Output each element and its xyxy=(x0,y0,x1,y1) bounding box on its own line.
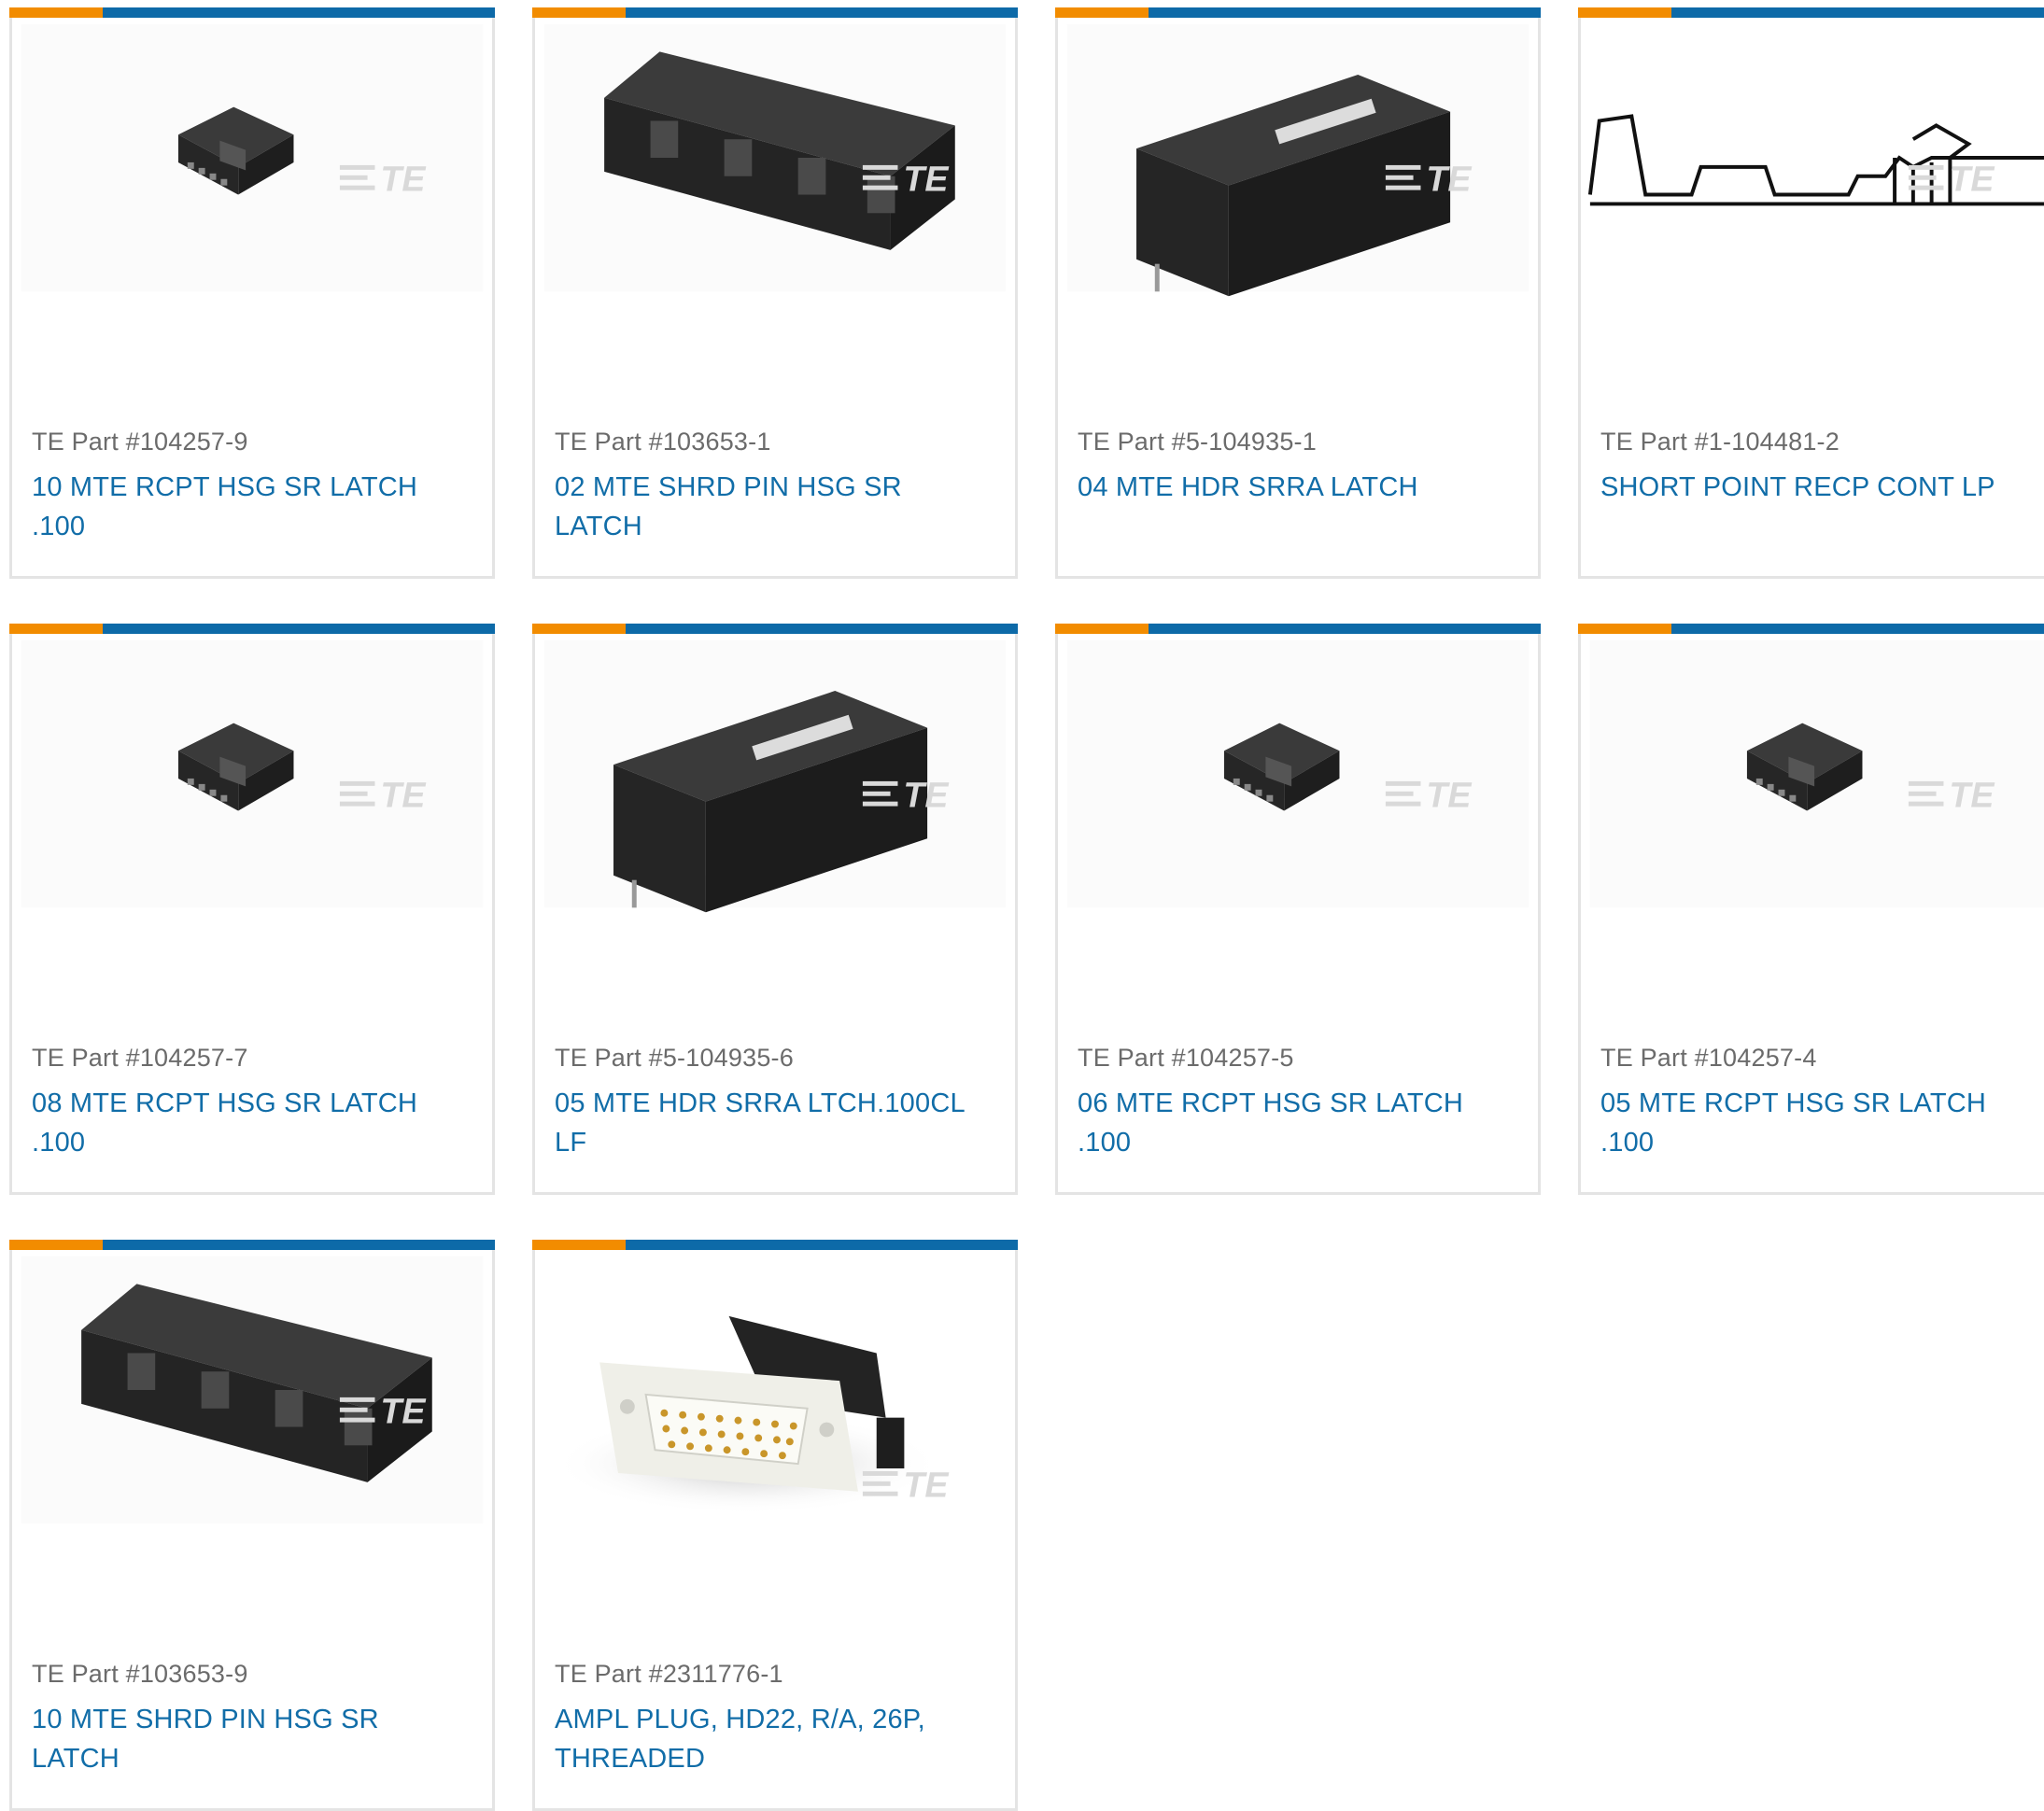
part-number: TE Part #5-104935-1 xyxy=(1078,428,1317,456)
part-number: TE Part #104257-4 xyxy=(1600,1044,1817,1072)
product-image[interactable]: TE xyxy=(1581,634,2044,914)
product-description-link[interactable]: 04 MTE HDR SRRA LATCH xyxy=(1078,468,1516,507)
svg-text:TE: TE xyxy=(903,1466,949,1505)
card-accent-bar xyxy=(532,624,1018,634)
card-accent-bar xyxy=(9,624,495,634)
product-image[interactable]: TE xyxy=(535,18,1015,298)
card-accent-bar xyxy=(1578,624,2044,634)
card-accent-bar xyxy=(9,7,495,18)
card-accent-bar xyxy=(532,1240,1018,1250)
product-image[interactable]: TE xyxy=(12,1250,492,1530)
product-image[interactable]: TE xyxy=(1058,18,1538,298)
product-description-link[interactable]: SHORT POINT RECP CONT LP xyxy=(1600,468,2039,507)
svg-text:TE: TE xyxy=(380,1392,426,1431)
product-description-link[interactable]: 05 MTE RCPT HSG SR LATCH .100 xyxy=(1600,1084,2039,1162)
product-description-link[interactable]: 10 MTE SHRD PIN HSG SR LATCH xyxy=(32,1700,471,1778)
part-number: TE Part #104257-5 xyxy=(1078,1044,1294,1072)
card-accent-bar xyxy=(9,1240,495,1250)
product-card[interactable]: TE TE Part #104257-4 05 MTE RCPT HSG SR … xyxy=(1578,624,2044,1195)
product-image[interactable]: TE xyxy=(12,18,492,298)
svg-text:TE: TE xyxy=(903,160,949,199)
product-card[interactable]: TE TE Part #104257-7 08 MTE RCPT HSG SR … xyxy=(9,624,495,1195)
product-card[interactable]: TE TE Part #104257-9 10 MTE RCPT HSG SR … xyxy=(9,7,495,579)
product-card[interactable]: TE TE Part #103653-1 02 MTE SHRD PIN HSG… xyxy=(532,7,1018,579)
product-card[interactable]: TE TE Part #1-104481-2 SHORT POINT RECP … xyxy=(1578,7,2044,579)
part-number: TE Part #1-104481-2 xyxy=(1600,428,1840,456)
part-number: TE Part #5-104935-6 xyxy=(555,1044,794,1072)
product-description-link[interactable]: 06 MTE RCPT HSG SR LATCH .100 xyxy=(1078,1084,1516,1162)
product-grid: TE TE Part #104257-9 10 MTE RCPT HSG SR … xyxy=(0,0,2044,1811)
part-number: TE Part #103653-1 xyxy=(555,428,771,456)
card-accent-bar xyxy=(1055,624,1541,634)
part-number: TE Part #103653-9 xyxy=(32,1660,248,1688)
card-accent-bar xyxy=(1578,7,2044,18)
product-image[interactable]: TE xyxy=(1058,634,1538,914)
product-description-link[interactable]: 10 MTE RCPT HSG SR LATCH .100 xyxy=(32,468,471,546)
product-image[interactable]: TE xyxy=(12,634,492,914)
svg-text:TE: TE xyxy=(1949,776,1995,815)
svg-text:TE: TE xyxy=(1426,776,1472,815)
product-description-link[interactable]: AMPL PLUG, HD22, R/A, 26P, THREADED xyxy=(555,1700,994,1778)
part-number: TE Part #2311776-1 xyxy=(555,1660,783,1688)
product-description-link[interactable]: 05 MTE HDR SRRA LTCH.100CL LF xyxy=(555,1084,994,1162)
svg-text:TE: TE xyxy=(1426,160,1472,199)
part-number: TE Part #104257-9 xyxy=(32,428,248,456)
product-description-link[interactable]: 08 MTE RCPT HSG SR LATCH .100 xyxy=(32,1084,471,1162)
product-description-link[interactable]: 02 MTE SHRD PIN HSG SR LATCH xyxy=(555,468,994,546)
svg-text:TE: TE xyxy=(380,160,426,199)
svg-text:TE: TE xyxy=(380,776,426,815)
product-card[interactable]: TE TE Part #5-104935-6 05 MTE HDR SRRA L… xyxy=(532,624,1018,1195)
product-card[interactable]: TE TE Part #104257-5 06 MTE RCPT HSG SR … xyxy=(1055,624,1541,1195)
svg-text:TE: TE xyxy=(903,776,949,815)
part-number: TE Part #104257-7 xyxy=(32,1044,248,1072)
product-card[interactable]: TE TE Part #103653-9 10 MTE SHRD PIN HSG… xyxy=(9,1240,495,1811)
product-image[interactable]: TE xyxy=(535,1250,1015,1530)
product-card[interactable]: TE TE Part #2311776-1 AMPL PLUG, HD22, R… xyxy=(532,1240,1018,1811)
product-image[interactable]: TE xyxy=(535,634,1015,914)
svg-text:TE: TE xyxy=(1949,160,1995,199)
product-card[interactable]: TE TE Part #5-104935-1 04 MTE HDR SRRA L… xyxy=(1055,7,1541,579)
card-accent-bar xyxy=(1055,7,1541,18)
card-accent-bar xyxy=(532,7,1018,18)
product-image[interactable]: TE xyxy=(1581,18,2044,298)
